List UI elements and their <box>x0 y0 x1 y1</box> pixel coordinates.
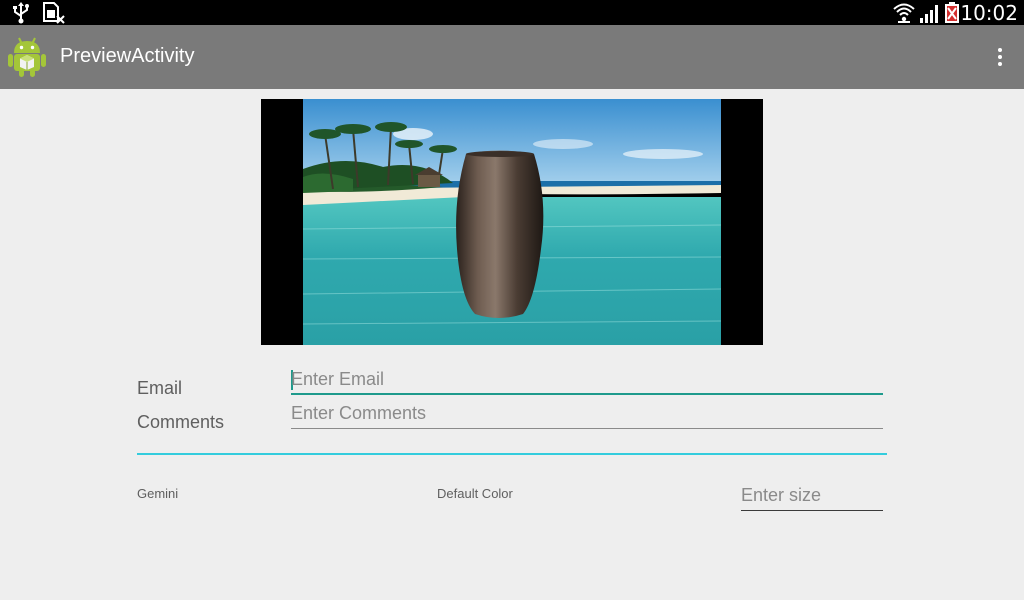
size-placeholder: Enter size <box>741 485 822 505</box>
email-underline <box>291 393 883 395</box>
status-time: 10:02 <box>960 1 1018 25</box>
comments-underline <box>291 428 883 429</box>
email-label: Email <box>137 378 183 398</box>
color-selector[interactable]: Default Color <box>437 486 513 501</box>
android-robot-icon <box>8 36 46 83</box>
font-selector[interactable]: Gemini <box>137 486 178 501</box>
app-title: PreviewActivity <box>60 45 195 67</box>
status-bar: 10:02 <box>0 0 1024 25</box>
comments-label: Comments <box>137 412 225 432</box>
size-field[interactable]: Enter size <box>741 481 883 511</box>
preview-image <box>261 99 763 345</box>
beach-scene-with-vase <box>303 99 721 345</box>
email-placeholder: Enter Email <box>291 369 385 389</box>
size-underline <box>741 510 883 511</box>
section-divider <box>137 453 887 455</box>
comments-field[interactable]: Enter Comments <box>291 399 883 429</box>
email-field[interactable]: Enter Email <box>291 365 883 395</box>
overflow-menu-icon[interactable] <box>986 43 1014 71</box>
action-bar: PreviewActivity <box>0 25 1024 89</box>
comments-placeholder: Enter Comments <box>291 403 427 423</box>
